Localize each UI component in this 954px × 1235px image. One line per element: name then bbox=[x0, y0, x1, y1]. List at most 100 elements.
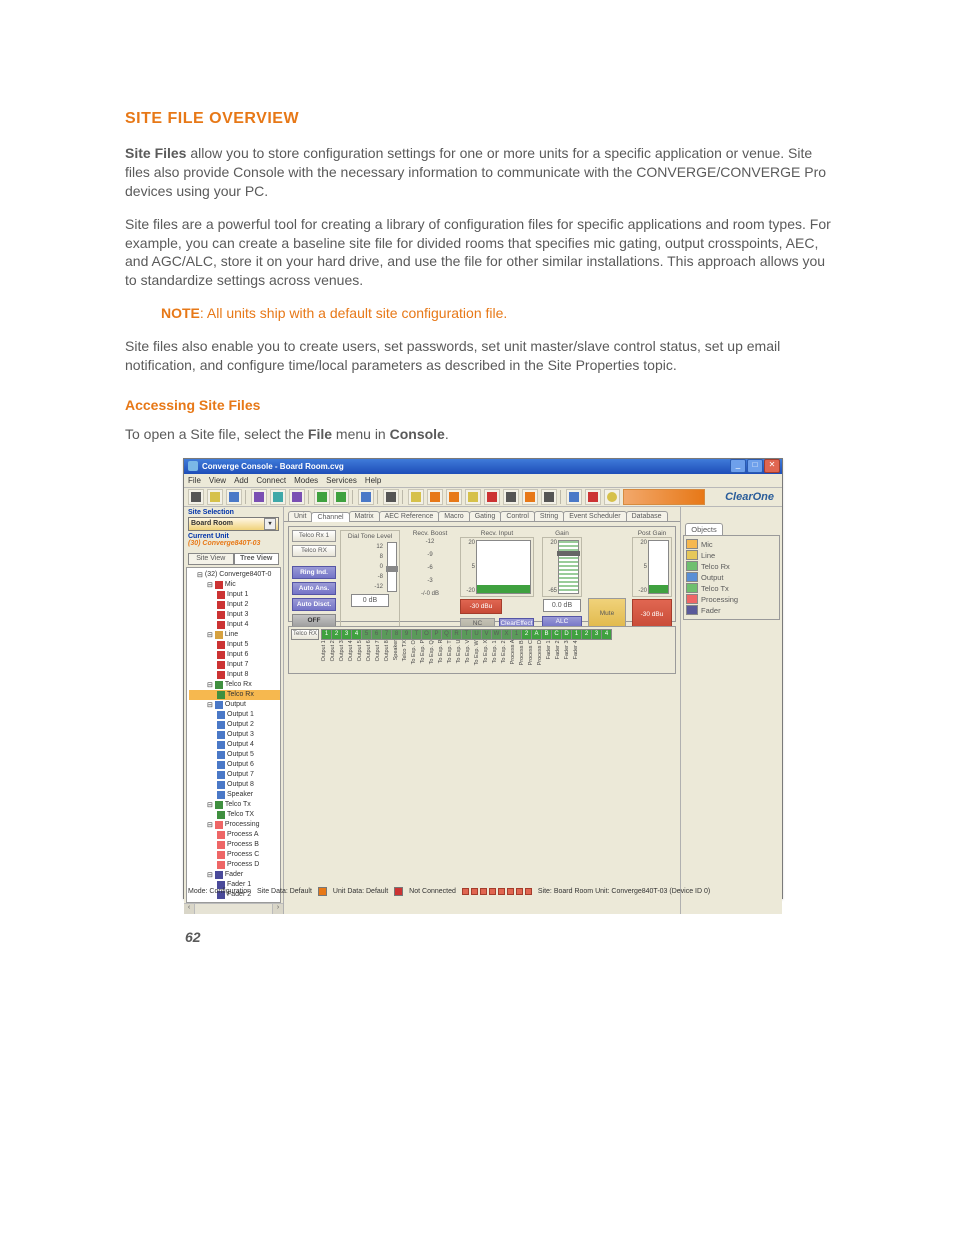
tab-aec[interactable]: AEC Reference bbox=[379, 511, 440, 521]
site-selection-dropdown[interactable]: Board Room ▾ bbox=[188, 517, 279, 531]
tab-macro[interactable]: Macro bbox=[438, 511, 469, 521]
tool-icon[interactable] bbox=[289, 489, 305, 505]
dtl-slider[interactable] bbox=[387, 542, 397, 592]
tab-database[interactable]: Database bbox=[626, 511, 668, 521]
tree-mic[interactable]: ⊟Mic bbox=[189, 580, 280, 590]
tree-item[interactable]: Telco TX bbox=[189, 810, 280, 820]
auto-ans-button[interactable]: Auto Ans. bbox=[292, 582, 336, 595]
status-led-icon bbox=[394, 887, 403, 896]
objects-item[interactable]: Telco Tx bbox=[686, 583, 777, 594]
tool-icon[interactable] bbox=[541, 489, 557, 505]
tool-icon[interactable] bbox=[207, 489, 223, 505]
tree-item[interactable]: Process B bbox=[189, 840, 280, 850]
tree-item[interactable]: Output 1 bbox=[189, 710, 280, 720]
objects-item[interactable]: Line bbox=[686, 550, 777, 561]
minimize-button[interactable]: _ bbox=[730, 459, 746, 473]
tree-item[interactable]: Input 3 bbox=[189, 610, 280, 620]
matrix-col-label: Output 3 bbox=[339, 639, 348, 666]
tool-icon[interactable] bbox=[465, 489, 481, 505]
left-scrollbar[interactable]: ‹› bbox=[184, 903, 283, 914]
matrix-col-label: To Exp. V bbox=[465, 639, 474, 666]
tree-item[interactable]: Input 4 bbox=[189, 620, 280, 630]
tree-line[interactable]: ⊟Line bbox=[189, 630, 280, 640]
tree-item[interactable]: Output 5 bbox=[189, 750, 280, 760]
menu-add[interactable]: Add bbox=[234, 476, 248, 485]
tree-item[interactable]: Output 2 bbox=[189, 720, 280, 730]
menu-modes[interactable]: Modes bbox=[294, 476, 318, 485]
menu-services[interactable]: Services bbox=[326, 476, 357, 485]
help-icon[interactable] bbox=[604, 489, 620, 505]
tree-output[interactable]: ⊟Output bbox=[189, 700, 280, 710]
tree-item[interactable]: Process D bbox=[189, 860, 280, 870]
ring-ind-button[interactable]: Ring Ind. bbox=[292, 566, 336, 579]
tree-item[interactable]: Input 8 bbox=[189, 670, 280, 680]
tool-icon[interactable] bbox=[522, 489, 538, 505]
tool-icon[interactable] bbox=[226, 489, 242, 505]
tree-processing[interactable]: ⊟Processing bbox=[189, 820, 280, 830]
tree-item[interactable]: Process C bbox=[189, 850, 280, 860]
tree-item[interactable]: Input 7 bbox=[189, 660, 280, 670]
tree-fader[interactable]: ⊟Fader bbox=[189, 870, 280, 880]
tab-channel[interactable]: Channel bbox=[311, 512, 349, 522]
tab-matrix[interactable]: Matrix bbox=[349, 511, 380, 521]
objects-item[interactable]: Output bbox=[686, 572, 777, 583]
tool-icon[interactable] bbox=[484, 489, 500, 505]
tree-telcorx[interactable]: ⊟Telco Rx bbox=[189, 680, 280, 690]
tab-string[interactable]: String bbox=[534, 511, 564, 521]
menu-view[interactable]: View bbox=[209, 476, 226, 485]
objects-item[interactable]: Processing bbox=[686, 594, 777, 605]
tab-tree-view[interactable]: Tree View bbox=[234, 553, 280, 565]
objects-item[interactable]: Mic bbox=[686, 539, 777, 550]
tree-item[interactable]: Output 3 bbox=[189, 730, 280, 740]
close-button[interactable]: ✕ bbox=[764, 459, 780, 473]
objects-item[interactable]: Telco Rx bbox=[686, 561, 777, 572]
tree-item[interactable]: Output 8 bbox=[189, 780, 280, 790]
objects-item[interactable]: Fader bbox=[686, 605, 777, 616]
tree-item-selected[interactable]: Telco Rx bbox=[189, 690, 280, 700]
status-mode: Mode: Configuration bbox=[188, 888, 251, 895]
tree-telcotx[interactable]: ⊟Telco Tx bbox=[189, 800, 280, 810]
maximize-button[interactable]: □ bbox=[747, 459, 763, 473]
tool-icon[interactable] bbox=[251, 489, 267, 505]
tab-event[interactable]: Event Scheduler bbox=[563, 511, 626, 521]
tool-icon[interactable] bbox=[585, 489, 601, 505]
tree-item[interactable]: Output 6 bbox=[189, 760, 280, 770]
tool-icon[interactable] bbox=[446, 489, 462, 505]
tree-item[interactable]: Input 1 bbox=[189, 590, 280, 600]
menu-file[interactable]: File bbox=[188, 476, 201, 485]
matrix-strip: Telco RX 123456789TOPQRTUVWX12ABCD1234 O… bbox=[288, 626, 676, 674]
tool-icon[interactable] bbox=[358, 489, 374, 505]
menu-connect[interactable]: Connect bbox=[256, 476, 286, 485]
gain-value[interactable]: 0.0 dB bbox=[543, 599, 581, 612]
tool-icon[interactable] bbox=[503, 489, 519, 505]
tree-item[interactable]: Output 7 bbox=[189, 770, 280, 780]
row-label[interactable]: Telco RX bbox=[292, 545, 336, 557]
tree-item[interactable]: Speaker bbox=[189, 790, 280, 800]
tree-item[interactable]: Process A bbox=[189, 830, 280, 840]
auto-disc-button[interactable]: Auto Disct. bbox=[292, 598, 336, 611]
tree-item[interactable]: Input 6 bbox=[189, 650, 280, 660]
left-panel: Site Selection Board Room ▾ Current Unit… bbox=[184, 507, 284, 914]
tool-icon[interactable] bbox=[314, 489, 330, 505]
tab-control[interactable]: Control bbox=[500, 511, 535, 521]
tool-icon[interactable] bbox=[427, 489, 443, 505]
tool-icon[interactable] bbox=[333, 489, 349, 505]
tool-icon[interactable] bbox=[383, 489, 399, 505]
gain-title: Gain bbox=[542, 530, 582, 537]
dtl-value[interactable]: 0 dB bbox=[351, 594, 389, 607]
menu-help[interactable]: Help bbox=[365, 476, 381, 485]
p4b: File bbox=[308, 426, 332, 442]
tool-icon[interactable] bbox=[566, 489, 582, 505]
tab-unit[interactable]: Unit bbox=[288, 511, 312, 521]
tool-icon[interactable] bbox=[408, 489, 424, 505]
tree-item[interactable]: Input 2 bbox=[189, 600, 280, 610]
tree-item[interactable]: Input 5 bbox=[189, 640, 280, 650]
chevron-down-icon[interactable]: ▾ bbox=[264, 518, 276, 530]
tab-site-view[interactable]: Site View bbox=[188, 553, 234, 565]
tree-item[interactable]: Output 4 bbox=[189, 740, 280, 750]
gain-slider[interactable] bbox=[558, 540, 579, 594]
tool-icon[interactable] bbox=[270, 489, 286, 505]
tool-icon[interactable] bbox=[188, 489, 204, 505]
tree-root[interactable]: ⊟(32) Converge840T-0 bbox=[189, 570, 280, 580]
tab-gating[interactable]: Gating bbox=[469, 511, 502, 521]
